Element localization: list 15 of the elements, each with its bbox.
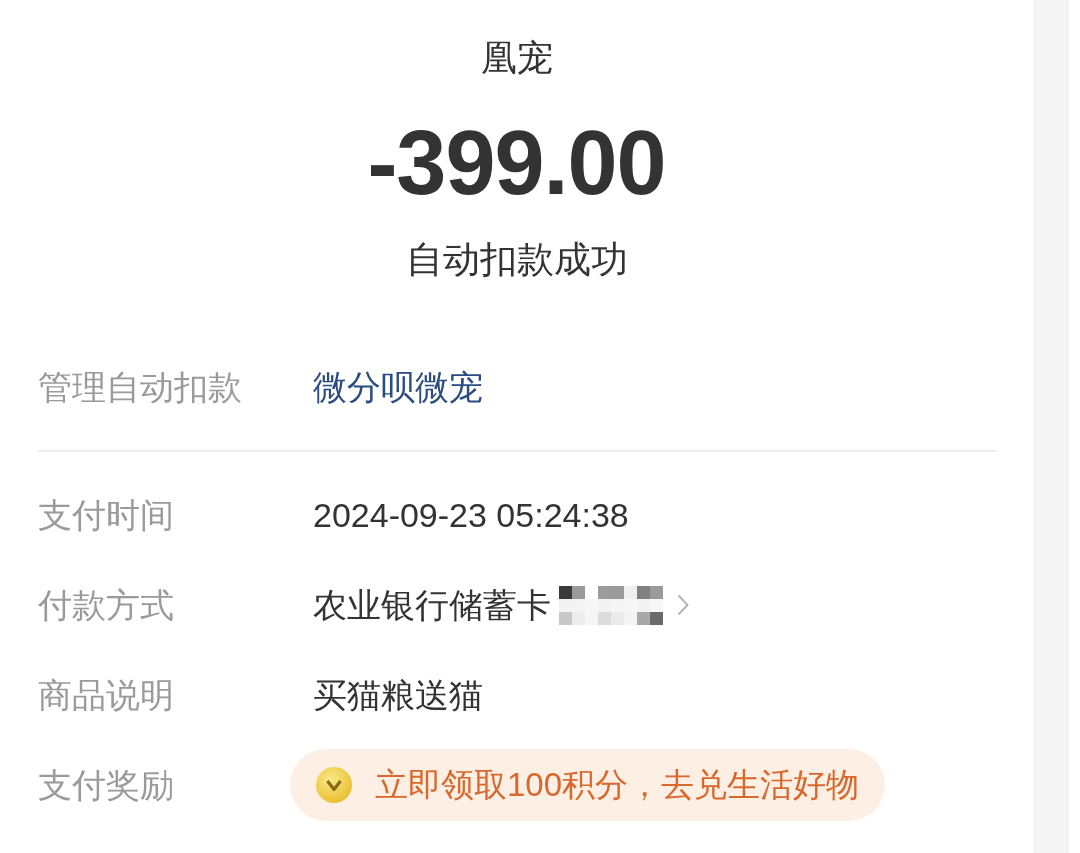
row-label: 支付时间 (38, 495, 175, 536)
row-label: 管理自动扣款 (38, 367, 243, 408)
row-value: 买猫粮送猫 (313, 675, 483, 716)
merchant-name: 凰宠 (480, 36, 553, 80)
row-label: 付款方式 (38, 585, 175, 626)
manage-link[interactable]: 微分呗微宠 (313, 365, 483, 409)
status-text: 自动扣款成功 (405, 238, 628, 282)
payment-method[interactable]: 农业银行储蓄卡 (313, 583, 551, 627)
row-label: 支付奖励 (38, 765, 175, 806)
coin-icon (315, 766, 353, 804)
row-value: 2024-09-23 05:24:38 (313, 495, 629, 536)
amount-text: -399.00 (367, 113, 666, 213)
row-label: 商品说明 (38, 675, 175, 716)
chevron-right-icon (677, 594, 689, 616)
reward-text: 立即领取100积分，去兑生活好物 (375, 765, 860, 805)
